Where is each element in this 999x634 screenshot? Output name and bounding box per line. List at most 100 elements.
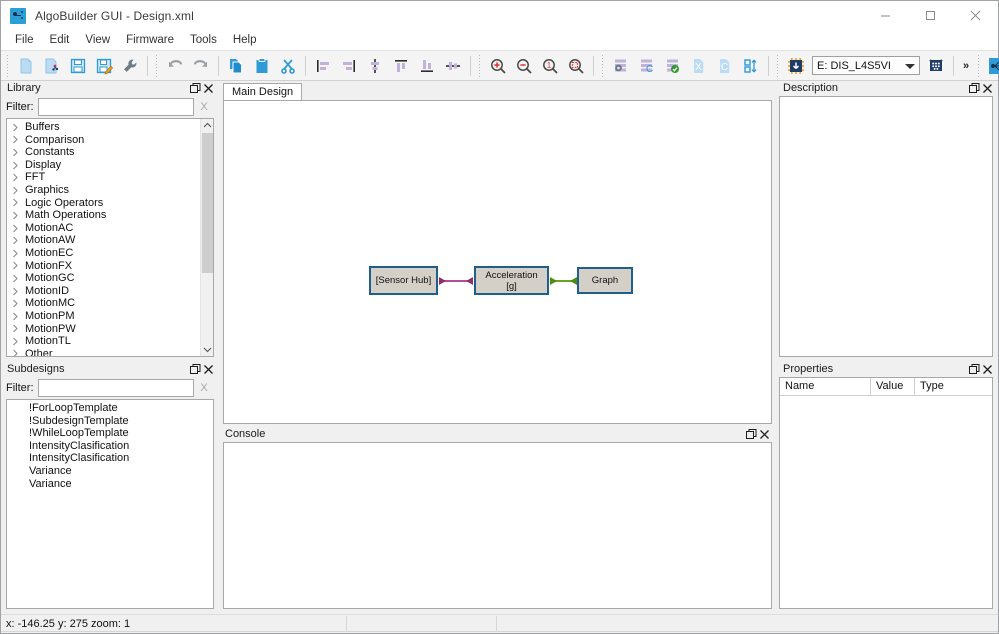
library-item[interactable]: Comparison xyxy=(7,134,200,147)
menu-tools[interactable]: Tools xyxy=(182,31,225,49)
chevron-up-icon[interactable] xyxy=(201,119,213,132)
chevron-right-icon[interactable] xyxy=(12,123,25,132)
library-item[interactable]: Display xyxy=(7,159,200,172)
toolbar-grip[interactable] xyxy=(154,54,160,77)
library-item[interactable]: MotionID xyxy=(7,285,200,298)
align-bottom-icon[interactable] xyxy=(414,53,440,79)
flash-firmware-icon[interactable] xyxy=(783,53,809,79)
properties-column-value[interactable]: Value xyxy=(871,378,915,395)
cut-scissors-icon[interactable] xyxy=(275,53,301,79)
library-item[interactable]: Other xyxy=(7,348,200,356)
library-tree[interactable]: Buffers Comparison Constants Display FFT… xyxy=(6,118,214,357)
menu-view[interactable]: View xyxy=(77,31,118,49)
board-icon[interactable] xyxy=(923,53,949,79)
node-sensor-hub[interactable]: [Sensor Hub] xyxy=(369,266,438,295)
list-item[interactable]: Variance xyxy=(7,478,213,491)
subdesigns-filter-input[interactable] xyxy=(37,378,194,397)
console-output[interactable] xyxy=(223,442,772,609)
menu-firmware[interactable]: Firmware xyxy=(118,31,182,49)
close-icon[interactable] xyxy=(202,82,215,95)
subdesigns-filter-clear-button[interactable]: X xyxy=(194,378,214,397)
library-item[interactable]: MotionFX xyxy=(7,260,200,273)
chevron-right-icon[interactable] xyxy=(12,261,25,270)
chevron-right-icon[interactable] xyxy=(12,337,25,346)
close-icon[interactable] xyxy=(202,363,215,376)
build-settings-icon[interactable] xyxy=(608,53,634,79)
delete-code-icon[interactable]: X xyxy=(686,53,712,79)
subdesigns-list[interactable]: !ForLoopTemplate !SubdesignTemplate !Whi… xyxy=(6,399,214,609)
redo-icon[interactable] xyxy=(188,53,214,79)
close-icon[interactable] xyxy=(758,428,771,441)
library-item[interactable]: MotionMC xyxy=(7,297,200,310)
library-scrollbar-thumb[interactable] xyxy=(202,133,213,273)
align-right-icon[interactable] xyxy=(336,53,362,79)
properties-column-name[interactable]: Name xyxy=(780,378,871,395)
chevron-right-icon[interactable] xyxy=(12,299,25,308)
toolbar-grip[interactable] xyxy=(5,54,11,77)
undo-icon[interactable] xyxy=(162,53,188,79)
generate-code-icon[interactable]: C xyxy=(634,53,660,79)
toolbar-grip[interactable] xyxy=(976,54,982,77)
properties-table[interactable]: Name Value Type xyxy=(779,377,993,609)
menu-edit[interactable]: Edit xyxy=(42,31,78,49)
node-acceleration[interactable]: Acceleration [g] xyxy=(474,266,549,295)
library-scrollbar[interactable] xyxy=(200,119,213,356)
minimize-button[interactable] xyxy=(863,1,908,30)
library-item[interactable]: MotionAW xyxy=(7,234,200,247)
float-panel-icon[interactable] xyxy=(189,363,202,376)
zoom-reset-icon[interactable]: 1 xyxy=(537,53,563,79)
chevron-right-icon[interactable] xyxy=(12,135,25,144)
library-item[interactable]: Math Operations xyxy=(7,209,200,222)
library-item[interactable]: Constants xyxy=(7,146,200,159)
chevron-right-icon[interactable] xyxy=(12,324,25,333)
align-middle-horizontal-icon[interactable] xyxy=(440,53,466,79)
toolbar-grip[interactable] xyxy=(477,54,483,77)
toolbar-grip[interactable] xyxy=(600,54,606,77)
copy-icon[interactable] xyxy=(223,53,249,79)
library-filter-input[interactable] xyxy=(37,97,194,116)
chevron-right-icon[interactable] xyxy=(12,236,25,245)
list-item[interactable]: !WhileLoopTemplate xyxy=(7,427,213,440)
algobuilder-node-icon[interactable] xyxy=(984,53,999,79)
chevron-right-icon[interactable] xyxy=(12,287,25,296)
open-code-icon[interactable]: C xyxy=(712,53,738,79)
list-item[interactable]: IntensityClasification xyxy=(7,440,213,453)
new-design-icon[interactable] xyxy=(39,53,65,79)
tab-main-design[interactable]: Main Design xyxy=(223,83,303,100)
close-icon[interactable] xyxy=(981,363,994,376)
validate-code-icon[interactable] xyxy=(660,53,686,79)
chevron-right-icon[interactable] xyxy=(12,312,25,321)
align-top-icon[interactable] xyxy=(388,53,414,79)
align-left-icon[interactable] xyxy=(310,53,336,79)
toolbar-overflow-button[interactable]: » xyxy=(958,53,974,79)
chevron-right-icon[interactable] xyxy=(12,249,25,258)
library-item[interactable]: Logic Operators xyxy=(7,197,200,210)
float-panel-icon[interactable] xyxy=(968,82,981,95)
library-item[interactable]: Buffers xyxy=(7,121,200,134)
toolbar-grip[interactable] xyxy=(775,54,781,77)
chevron-right-icon[interactable] xyxy=(12,161,25,170)
list-item[interactable]: IntensityClasification xyxy=(7,452,213,465)
list-item[interactable]: Variance xyxy=(7,465,213,478)
chevron-right-icon[interactable] xyxy=(12,224,25,233)
float-panel-icon[interactable] xyxy=(968,363,981,376)
library-item[interactable]: MotionTL xyxy=(7,335,200,348)
float-panel-icon[interactable] xyxy=(745,428,758,441)
design-canvas[interactable]: [Sensor Hub] Acceleration [g] Graph xyxy=(223,100,772,424)
new-file-icon[interactable] xyxy=(13,53,39,79)
list-item[interactable]: !ForLoopTemplate xyxy=(7,402,213,415)
zoom-in-icon[interactable] xyxy=(485,53,511,79)
chevron-right-icon[interactable] xyxy=(12,148,25,157)
build-order-icon[interactable] xyxy=(738,53,764,79)
menu-help[interactable]: Help xyxy=(225,31,265,49)
library-item[interactable]: MotionGC xyxy=(7,272,200,285)
library-item[interactable]: Graphics xyxy=(7,184,200,197)
node-graph[interactable]: Graph xyxy=(577,267,633,294)
maximize-button[interactable] xyxy=(908,1,953,30)
close-icon[interactable] xyxy=(981,82,994,95)
list-item[interactable]: !SubdesignTemplate xyxy=(7,415,213,428)
library-item[interactable]: MotionAC xyxy=(7,222,200,235)
library-filter-clear-button[interactable]: X xyxy=(194,97,214,116)
paste-icon[interactable] xyxy=(249,53,275,79)
zoom-out-icon[interactable] xyxy=(511,53,537,79)
